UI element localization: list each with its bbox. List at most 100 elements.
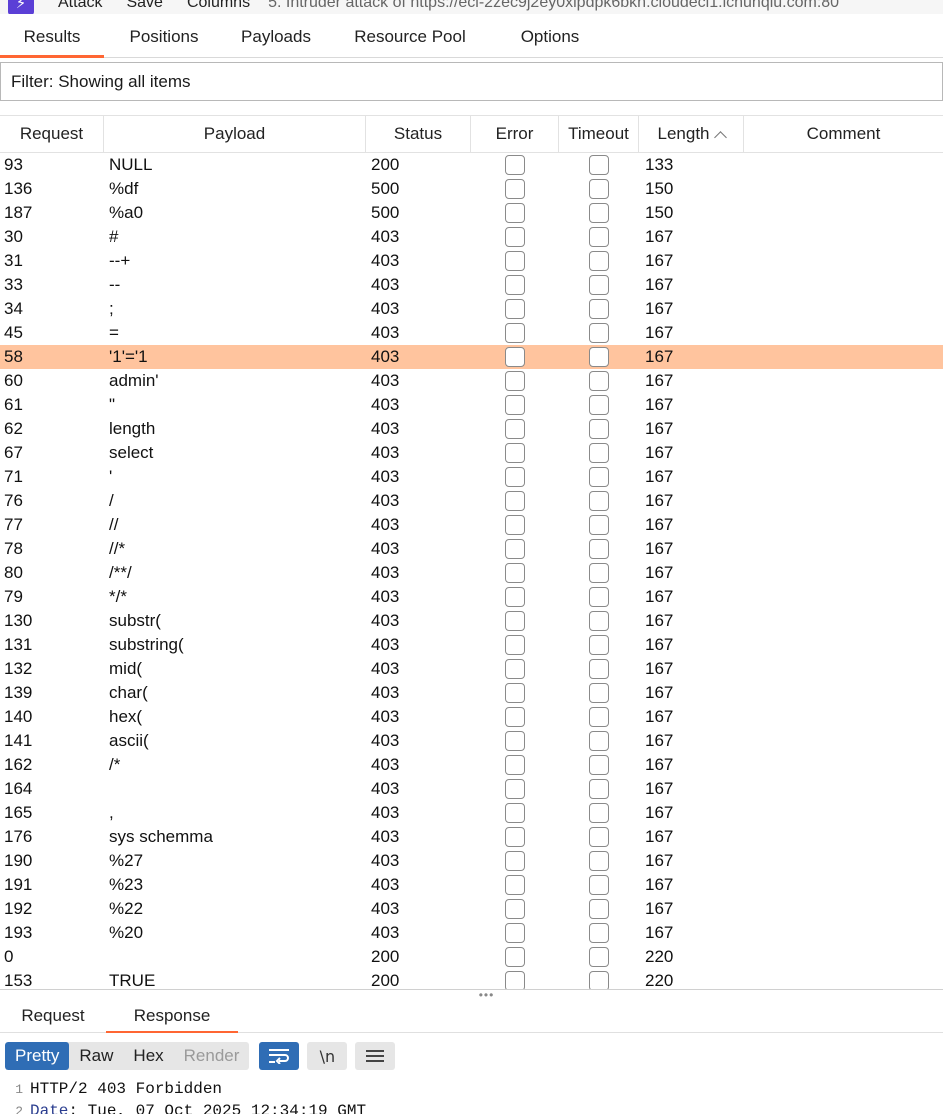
table-row[interactable]: 130 substr(403 167	[0, 609, 943, 633]
error-checkbox[interactable]	[505, 899, 525, 919]
error-checkbox[interactable]	[505, 155, 525, 175]
menu-columns[interactable]: Columns	[187, 0, 250, 12]
table-row[interactable]: 136 %df 500 150	[0, 177, 943, 201]
error-checkbox[interactable]	[505, 275, 525, 295]
error-checkbox[interactable]	[505, 947, 525, 967]
timeout-checkbox[interactable]	[589, 563, 609, 583]
column-header-comment[interactable]: Comment	[744, 116, 943, 152]
column-header-status[interactable]: Status	[366, 116, 471, 152]
timeout-checkbox[interactable]	[589, 539, 609, 559]
timeout-checkbox[interactable]	[589, 347, 609, 367]
timeout-checkbox[interactable]	[589, 827, 609, 847]
table-row[interactable]: 31 --+ 403 167	[0, 249, 943, 273]
table-row[interactable]: 192 %22 403 167	[0, 897, 943, 921]
response-editor[interactable]: 1 HTTP/2 403 Forbidden 2 Date: Tue, 07 O…	[0, 1078, 943, 1114]
error-checkbox[interactable]	[505, 851, 525, 871]
table-row[interactable]: 30 #403 167	[0, 225, 943, 249]
timeout-checkbox[interactable]	[589, 851, 609, 871]
timeout-checkbox[interactable]	[589, 443, 609, 463]
table-row[interactable]: 187 %a0 500 150	[0, 201, 943, 225]
table-row[interactable]: 140 hex(403 167	[0, 705, 943, 729]
error-checkbox[interactable]	[505, 923, 525, 943]
error-checkbox[interactable]	[505, 563, 525, 583]
table-row[interactable]: 61 " 403 167	[0, 393, 943, 417]
error-checkbox[interactable]	[505, 971, 525, 989]
timeout-checkbox[interactable]	[589, 899, 609, 919]
table-row[interactable]: 139 char(403 167	[0, 681, 943, 705]
error-checkbox[interactable]	[505, 707, 525, 727]
timeout-checkbox[interactable]	[589, 395, 609, 415]
timeout-checkbox[interactable]	[589, 659, 609, 679]
error-checkbox[interactable]	[505, 179, 525, 199]
error-checkbox[interactable]	[505, 515, 525, 535]
table-row[interactable]: 141 ascii(403 167	[0, 729, 943, 753]
error-checkbox[interactable]	[505, 755, 525, 775]
error-checkbox[interactable]	[505, 227, 525, 247]
error-checkbox[interactable]	[505, 203, 525, 223]
tab-positions[interactable]: Positions	[104, 16, 224, 57]
table-row[interactable]: 164 403 167	[0, 777, 943, 801]
table-row[interactable]: 67 select 403 167	[0, 441, 943, 465]
timeout-checkbox[interactable]	[589, 323, 609, 343]
timeout-checkbox[interactable]	[589, 419, 609, 439]
error-checkbox[interactable]	[505, 323, 525, 343]
table-row[interactable]: 191 %23 403 167	[0, 873, 943, 897]
error-checkbox[interactable]	[505, 443, 525, 463]
error-checkbox[interactable]	[505, 587, 525, 607]
drag-handle-icon[interactable]: •••	[479, 989, 495, 1001]
table-row[interactable]: 153 TRUE 200 220	[0, 969, 943, 989]
timeout-checkbox[interactable]	[589, 635, 609, 655]
timeout-checkbox[interactable]	[589, 155, 609, 175]
menu-save[interactable]: Save	[126, 0, 162, 12]
pretty-button[interactable]: Pretty	[5, 1042, 70, 1070]
newline-toggle-button[interactable]: \n	[307, 1042, 348, 1070]
error-checkbox[interactable]	[505, 635, 525, 655]
table-row[interactable]: 193 %20 403 167	[0, 921, 943, 945]
timeout-checkbox[interactable]	[589, 971, 609, 989]
table-row[interactable]: 79 */* 403 167	[0, 585, 943, 609]
menu-attack[interactable]: Attack	[58, 0, 102, 12]
tab-resource-pool[interactable]: Resource Pool	[328, 16, 492, 57]
timeout-checkbox[interactable]	[589, 251, 609, 271]
timeout-checkbox[interactable]	[589, 923, 609, 943]
timeout-checkbox[interactable]	[589, 491, 609, 511]
error-checkbox[interactable]	[505, 659, 525, 679]
table-row[interactable]: 0 200 220	[0, 945, 943, 969]
timeout-checkbox[interactable]	[589, 515, 609, 535]
error-checkbox[interactable]	[505, 539, 525, 559]
timeout-checkbox[interactable]	[589, 203, 609, 223]
menu-button[interactable]	[355, 1042, 396, 1070]
timeout-checkbox[interactable]	[589, 611, 609, 631]
timeout-checkbox[interactable]	[589, 179, 609, 199]
pane-splitter[interactable]: •••	[0, 989, 943, 1001]
error-checkbox[interactable]	[505, 371, 525, 391]
timeout-checkbox[interactable]	[589, 227, 609, 247]
table-row[interactable]: 60 admin' 403 167	[0, 369, 943, 393]
error-checkbox[interactable]	[505, 491, 525, 511]
timeout-checkbox[interactable]	[589, 467, 609, 487]
render-button[interactable]: Render	[174, 1042, 250, 1070]
timeout-checkbox[interactable]	[589, 731, 609, 751]
table-row[interactable]: 190 %27 403 167	[0, 849, 943, 873]
table-row[interactable]: 77 // 403 167	[0, 513, 943, 537]
timeout-checkbox[interactable]	[589, 299, 609, 319]
error-checkbox[interactable]	[505, 683, 525, 703]
timeout-checkbox[interactable]	[589, 755, 609, 775]
error-checkbox[interactable]	[505, 611, 525, 631]
timeout-checkbox[interactable]	[589, 875, 609, 895]
table-row[interactable]: 93 NULL 200 133	[0, 153, 943, 177]
table-row[interactable]: 33 -- 403 167	[0, 273, 943, 297]
table-row[interactable]: 165, 403 167	[0, 801, 943, 825]
error-checkbox[interactable]	[505, 731, 525, 751]
error-checkbox[interactable]	[505, 299, 525, 319]
table-row[interactable]: 45 = 403 167	[0, 321, 943, 345]
error-checkbox[interactable]	[505, 347, 525, 367]
timeout-checkbox[interactable]	[589, 779, 609, 799]
table-row[interactable]: 71 ' 403 167	[0, 465, 943, 489]
error-checkbox[interactable]	[505, 803, 525, 823]
table-row[interactable]: 62 length 403 167	[0, 417, 943, 441]
raw-button[interactable]: Raw	[69, 1042, 123, 1070]
table-row[interactable]: 76 / 403 167	[0, 489, 943, 513]
column-header-timeout[interactable]: Timeout	[559, 116, 639, 152]
timeout-checkbox[interactable]	[589, 587, 609, 607]
